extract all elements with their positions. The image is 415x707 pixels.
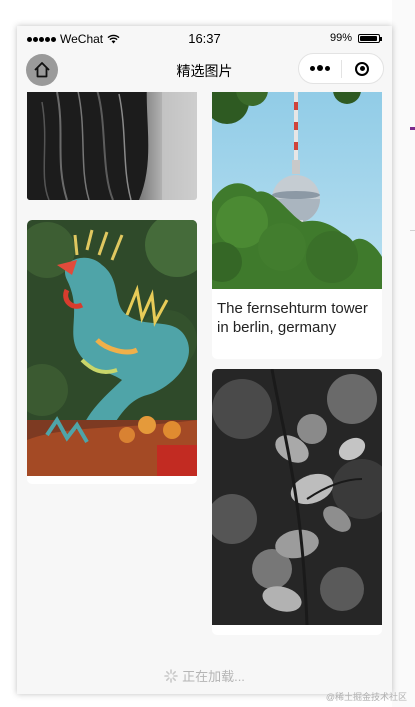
status-bar: WeChat 16:37 99% xyxy=(17,26,392,52)
close-mini-program-button[interactable] xyxy=(342,61,383,76)
background-accent xyxy=(410,127,415,130)
phone-frame: WeChat 16:37 99% 精选图片 The fernsehturm to… xyxy=(17,26,392,694)
more-dots-icon[interactable] xyxy=(299,65,341,72)
card-image-tv-tower xyxy=(212,92,382,289)
watermark: @稀土掘金技术社区 xyxy=(325,692,407,702)
target-icon xyxy=(355,61,370,76)
loading-indicator: 正在加载... xyxy=(17,666,392,685)
card-image-dragon xyxy=(27,220,197,476)
navigation-bar: 精选图片 xyxy=(17,52,392,92)
loading-spinner-icon xyxy=(164,668,178,683)
image-feed[interactable]: The fernsehturm tower in berlin, germany xyxy=(17,92,392,694)
card-caption: The fernsehturm tower in berlin, germany xyxy=(217,300,368,336)
card-image-woman-hair xyxy=(27,92,197,200)
menu-capsule xyxy=(298,53,384,84)
status-right: 99% xyxy=(329,32,382,44)
battery-percent: 99% xyxy=(329,32,352,44)
card-image-leaves xyxy=(212,369,382,626)
background-divider xyxy=(410,230,415,231)
battery-icon xyxy=(358,33,382,43)
loading-text: 正在加载... xyxy=(182,669,245,684)
image-card[interactable] xyxy=(27,220,197,484)
image-card[interactable] xyxy=(27,92,197,200)
background-window xyxy=(392,0,415,707)
image-card[interactable] xyxy=(212,369,382,635)
image-card[interactable]: The fernsehturm tower in berlin, germany xyxy=(212,92,382,359)
